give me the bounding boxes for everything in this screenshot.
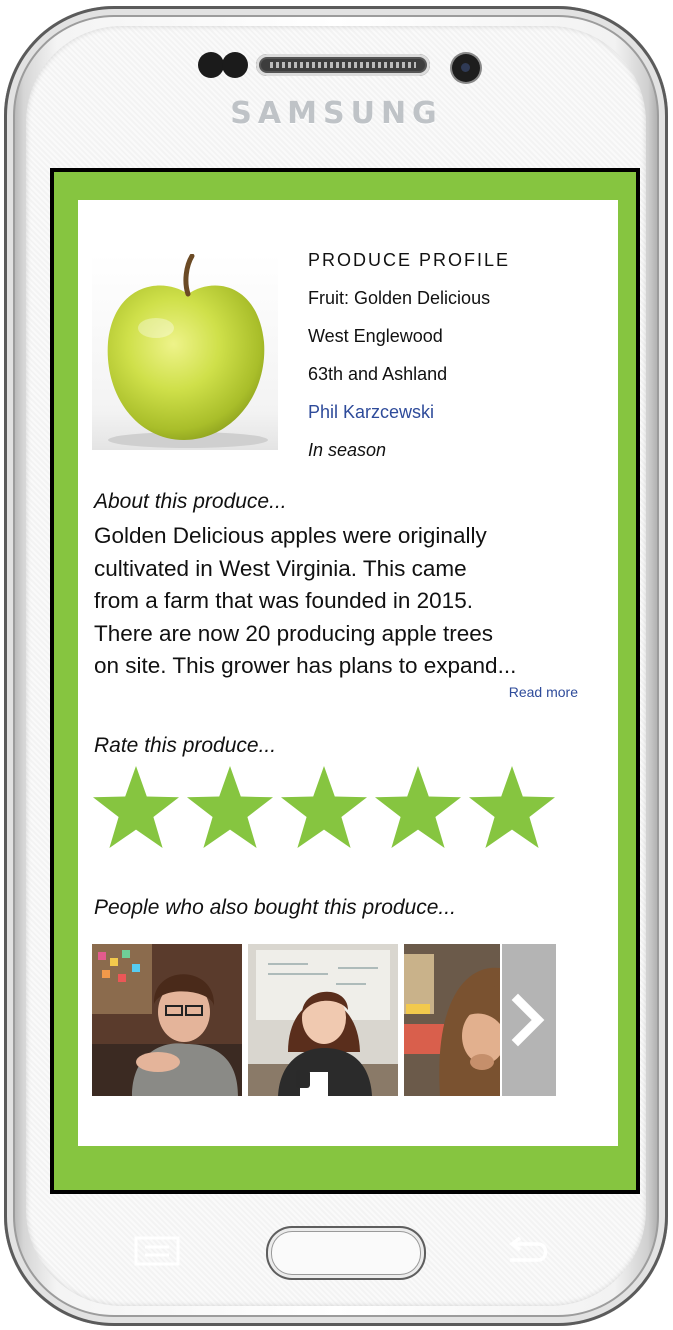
about-line: cultivated in West Virginia. This came bbox=[94, 555, 467, 581]
star-3-icon[interactable] bbox=[281, 766, 367, 848]
people-heading: People who also bought this produce... bbox=[94, 896, 456, 919]
menu-icon[interactable] bbox=[134, 1236, 180, 1266]
star-2-icon[interactable] bbox=[187, 766, 273, 848]
about-description: Golden Delicious apples were originally … bbox=[94, 520, 564, 683]
screen-background: PRODUCE PROFILE Fruit: Golden Delicious … bbox=[54, 172, 636, 1190]
about-line: Golden Delicious apples were originally bbox=[94, 523, 487, 548]
star-1-icon[interactable] bbox=[93, 766, 179, 848]
star-4-icon[interactable] bbox=[375, 766, 461, 848]
star-5-icon[interactable] bbox=[469, 766, 555, 848]
brand-logo: SAMSUNG bbox=[230, 96, 443, 131]
customer-photo[interactable] bbox=[92, 944, 242, 1096]
apple-image bbox=[92, 254, 278, 450]
neighborhood: West Englewood bbox=[308, 326, 443, 346]
home-button[interactable] bbox=[266, 1226, 426, 1280]
back-icon[interactable] bbox=[502, 1236, 552, 1266]
carousel-next-button[interactable] bbox=[502, 944, 556, 1096]
customer-photo[interactable] bbox=[404, 944, 500, 1096]
rate-heading: Rate this produce... bbox=[94, 734, 277, 757]
sensor-dot bbox=[222, 52, 248, 78]
earpiece-speaker bbox=[256, 54, 430, 76]
sensor-dot bbox=[198, 52, 224, 78]
front-camera bbox=[452, 54, 480, 82]
read-more-link[interactable]: Read more bbox=[509, 684, 578, 700]
location: 63th and Ashland bbox=[308, 364, 448, 384]
produce-profile-card: PRODUCE PROFILE Fruit: Golden Delicious … bbox=[78, 200, 618, 1146]
customer-photo[interactable] bbox=[248, 944, 398, 1096]
profile-heading: PRODUCE PROFILE bbox=[308, 250, 511, 270]
star-rating[interactable] bbox=[90, 766, 558, 852]
about-line: from a farm that was founded in 2015. bbox=[94, 588, 473, 613]
about-line: on site. This grower has plans to expand… bbox=[94, 653, 517, 678]
fruit-name: Fruit: Golden Delicious bbox=[308, 288, 491, 308]
about-line: There are now 20 producing apple trees bbox=[94, 620, 494, 646]
chevron-right-icon bbox=[511, 993, 545, 1047]
screen: PRODUCE PROFILE Fruit: Golden Delicious … bbox=[50, 168, 640, 1194]
season-status: In season bbox=[308, 440, 387, 460]
customer-carousel bbox=[92, 944, 556, 1096]
grower-link[interactable]: Phil Karzcewski bbox=[308, 402, 434, 423]
about-heading: About this produce... bbox=[94, 490, 287, 513]
